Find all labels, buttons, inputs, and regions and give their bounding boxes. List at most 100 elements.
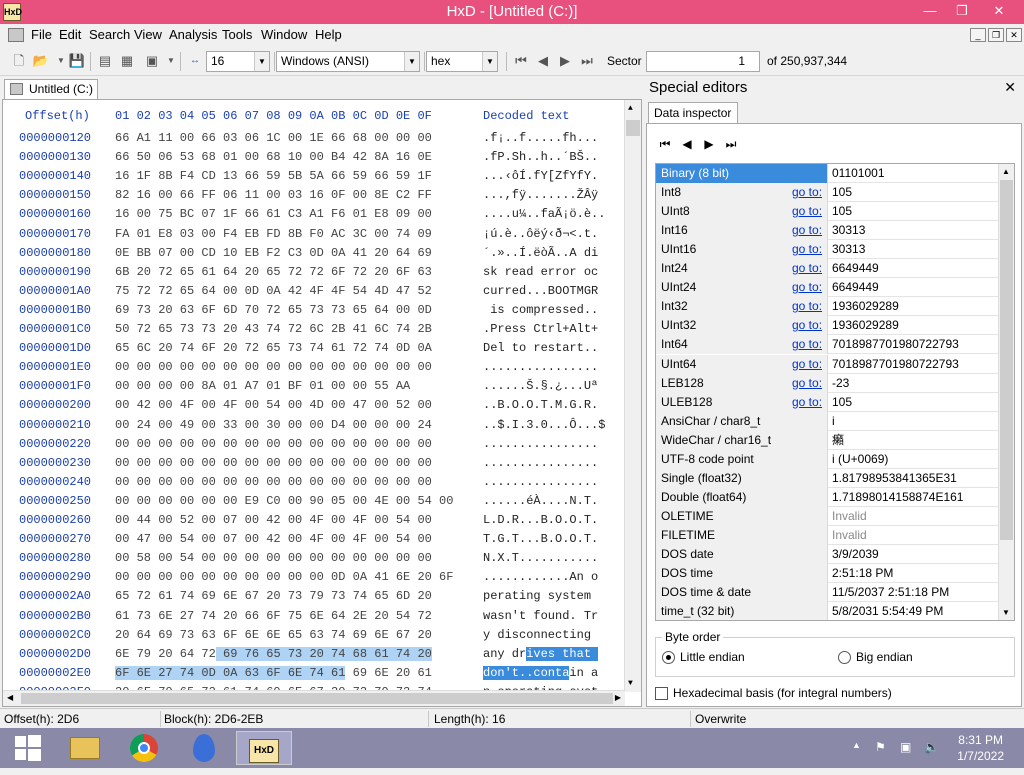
scroll-thumb[interactable] bbox=[21, 693, 613, 704]
hex-bytes[interactable]: 6E 79 20 64 72 bbox=[115, 647, 216, 661]
inspector-value[interactable]: 30313 bbox=[832, 221, 865, 239]
row-decoded-text[interactable]: ................ bbox=[483, 456, 598, 470]
hex-bytes[interactable]: 69 73 20 63 6F 6D 70 72 65 73 73 65 64 0… bbox=[115, 303, 432, 317]
decoded-text[interactable]: ................ bbox=[483, 360, 598, 374]
row-hex-bytes[interactable]: 65 6C 20 74 6F 20 72 65 73 74 61 72 74 0… bbox=[115, 341, 432, 355]
hex-row[interactable]: 0000000240 00 00 00 00 00 00 00 00 00 00 … bbox=[3, 471, 628, 490]
row-decoded-text[interactable]: ............An o bbox=[483, 570, 598, 584]
row-hex-bytes[interactable]: 00 00 00 00 00 00 00 00 00 00 0D 0A 41 6… bbox=[115, 570, 453, 584]
next-sector-icon[interactable]: ▶ bbox=[556, 52, 574, 70]
row-decoded-text[interactable]: ´.»..Í.ëòÃ..A di bbox=[483, 246, 598, 260]
decoded-text[interactable]: ................ bbox=[483, 437, 598, 451]
row-decoded-text[interactable]: .fP.Sh..h..´BŠ.. bbox=[483, 150, 598, 164]
sector-input[interactable]: 1 bbox=[646, 51, 760, 72]
decoded-text[interactable]: ...‹ôÍ.fY[ZfYfY. bbox=[483, 169, 598, 183]
hex-row[interactable]: 0000000130 66 50 06 53 68 01 00 68 10 00 … bbox=[3, 146, 628, 165]
hex-bytes[interactable]: 66 A1 11 00 66 03 06 1C 00 1E 66 68 00 0… bbox=[115, 131, 432, 145]
inspector-value[interactable]: 105 bbox=[832, 393, 852, 411]
inspector-row[interactable]: Binary (8 bit) 01101001 bbox=[656, 164, 998, 183]
decoded-text[interactable]: ...,fÿ.......ŽÂÿ bbox=[483, 188, 598, 202]
inspector-row[interactable]: DOS time 2:51:18 PM bbox=[656, 564, 998, 584]
hex-selection[interactable]: 6F 6E 27 74 0D 0A 63 6F 6E 74 61 bbox=[115, 665, 346, 680]
inspector-value[interactable]: 30313 bbox=[832, 240, 865, 258]
scroll-right-icon[interactable]: ▶ bbox=[615, 693, 621, 703]
inspector-row[interactable]: AnsiChar / char8_t i bbox=[656, 411, 998, 431]
row-hex-bytes[interactable]: 00 00 00 00 00 00 00 00 00 00 00 00 00 0… bbox=[115, 437, 432, 451]
hex-bytes[interactable]: 00 47 00 54 00 07 00 42 00 4F 00 4F 00 5… bbox=[115, 532, 432, 546]
hex-row[interactable]: 0000000120 66 A1 11 00 66 03 06 1C 00 1E … bbox=[3, 127, 628, 146]
inspector-value[interactable]: -23 bbox=[832, 374, 849, 392]
hex-bytes[interactable]: 69 6E 20 61 bbox=[345, 666, 432, 680]
hex-bytes[interactable]: 00 00 00 00 8A 01 A7 01 BF 01 00 00 55 A… bbox=[115, 379, 410, 393]
inspector-row[interactable]: UInt64 go to: 7018987701980722793 bbox=[656, 354, 998, 374]
row-hex-bytes[interactable]: 6F 6E 27 74 0D 0A 63 6F 6E 74 61 69 6E 2… bbox=[115, 665, 432, 680]
minimize-button[interactable]: — bbox=[912, 0, 948, 22]
row-hex-bytes[interactable]: 00 44 00 52 00 07 00 42 00 4F 00 4F 00 5… bbox=[115, 513, 432, 527]
row-hex-bytes[interactable]: 66 A1 11 00 66 03 06 1C 00 1E 66 68 00 0… bbox=[115, 131, 432, 145]
hex-row[interactable]: 0000000260 00 44 00 52 00 07 00 42 00 4F … bbox=[3, 509, 628, 528]
decoded-text[interactable]: N.X.T........... bbox=[483, 551, 598, 565]
hex-bytes[interactable]: 00 00 00 00 00 00 00 00 00 00 00 00 00 0… bbox=[115, 360, 432, 374]
taskbar-clock[interactable]: 8:31 PM 1/7/2022 bbox=[957, 732, 1004, 764]
scroll-up-icon[interactable]: ▲ bbox=[1002, 167, 1010, 176]
decoded-text[interactable]: Del to restart.. bbox=[483, 341, 598, 355]
decoded-text[interactable]: ......Š.§.¿...Uª bbox=[483, 379, 598, 393]
row-hex-bytes[interactable]: 00 00 00 00 00 00 00 00 00 00 00 00 00 0… bbox=[115, 360, 432, 374]
open-folder-icon[interactable]: 📂 bbox=[32, 52, 50, 70]
row-decoded-text[interactable]: wasn't found. Tr bbox=[483, 609, 598, 623]
decoded-text[interactable]: curred...BOOTMGR bbox=[483, 284, 598, 298]
row-hex-bytes[interactable]: 00 00 00 00 00 00 E9 C0 00 90 05 00 4E 0… bbox=[115, 494, 453, 508]
row-decoded-text[interactable]: ................ bbox=[483, 360, 598, 374]
row-hex-bytes[interactable]: 20 64 69 73 63 6F 6E 6E 65 63 74 69 6E 6… bbox=[115, 628, 432, 642]
bytes-per-row-select[interactable]: 16 ▼ bbox=[206, 51, 270, 72]
hex-bytes[interactable]: 00 24 00 49 00 33 00 30 00 00 D4 00 00 0… bbox=[115, 418, 432, 432]
decoded-text[interactable]: ................ bbox=[483, 475, 598, 489]
new-file-icon[interactable]: 🗋 bbox=[10, 52, 28, 70]
hex-horizontal-scrollbar[interactable]: ◀ ▶ bbox=[3, 690, 625, 706]
row-hex-bytes[interactable]: 66 50 06 53 68 01 00 68 10 00 B4 42 8A 1… bbox=[115, 150, 432, 164]
tool-dropdown-icon[interactable]: ▼ bbox=[162, 52, 180, 70]
inspector-value[interactable]: 6649449 bbox=[832, 259, 879, 277]
hex-row[interactable]: 0000000250 00 00 00 00 00 00 E9 C0 00 90 … bbox=[3, 490, 628, 509]
hex-row[interactable]: 0000000210 00 24 00 49 00 33 00 30 00 00 … bbox=[3, 414, 628, 433]
row-decoded-text[interactable]: ..$.I.3.0...Ô...$ bbox=[483, 418, 605, 432]
inspector-value[interactable]: 1.71898014158874E161 bbox=[832, 488, 963, 506]
last-icon[interactable]: ⏭ bbox=[723, 136, 739, 152]
hex-row[interactable]: 00000001B0 69 73 20 63 6F 6D 70 72 65 73 … bbox=[3, 299, 628, 318]
goto-link[interactable]: go to: bbox=[792, 335, 822, 353]
hex-bytes[interactable]: 16 1F 8B F4 CD 13 66 59 5B 5A 66 59 66 5… bbox=[115, 169, 432, 183]
save-icon[interactable]: 💾 bbox=[68, 52, 86, 70]
row-decoded-text[interactable]: N.X.T........... bbox=[483, 551, 598, 565]
decoded-selection[interactable]: don't..conta bbox=[483, 665, 570, 680]
hex-row[interactable]: 0000000180 0E BB 07 00 CD 10 EB F2 C3 0D … bbox=[3, 242, 628, 261]
hex-bytes[interactable]: 0E BB 07 00 CD 10 EB F2 C3 0D 0A 41 20 6… bbox=[115, 246, 432, 260]
hex-bytes[interactable]: 00 58 00 54 00 00 00 00 00 00 00 00 00 0… bbox=[115, 551, 432, 565]
inspector-value[interactable]: 癩 bbox=[832, 431, 844, 449]
row-hex-bytes[interactable]: 16 1F 8B F4 CD 13 66 59 5B 5A 66 59 66 5… bbox=[115, 169, 432, 183]
hex-bytes[interactable]: 65 72 61 74 69 6E 67 20 73 79 73 74 65 6… bbox=[115, 589, 432, 603]
decoded-text[interactable]: L.D.R...B.O.O.T. bbox=[483, 513, 598, 527]
hex-row[interactable]: 0000000200 00 42 00 4F 00 4F 00 54 00 4D … bbox=[3, 394, 628, 413]
inspector-value[interactable]: 1936029289 bbox=[832, 316, 899, 334]
inspector-row[interactable]: ULEB128 go to: 105 bbox=[656, 392, 998, 412]
goto-link[interactable]: go to: bbox=[792, 183, 822, 201]
inspector-value[interactable]: 11/5/2037 2:51:18 PM bbox=[832, 583, 949, 601]
hex-row[interactable]: 0000000170 FA 01 E8 03 00 F4 EB FD 8B F0 … bbox=[3, 223, 628, 242]
show-hidden-icons[interactable]: ▲ bbox=[852, 740, 861, 750]
inspector-row[interactable]: UInt16 go to: 30313 bbox=[656, 240, 998, 260]
hex-selection[interactable]: 69 76 65 73 20 74 68 61 74 20 bbox=[215, 646, 432, 661]
scroll-up-icon[interactable]: ▲ bbox=[628, 104, 633, 113]
inspector-row[interactable]: OLETIME Invalid bbox=[656, 506, 998, 526]
inspector-row[interactable]: time_t (32 bit) 5/8/2031 5:54:49 PM bbox=[656, 602, 998, 620]
close-button[interactable]: ✕ bbox=[976, 0, 1022, 22]
hex-bytes[interactable]: 00 00 00 00 00 00 00 00 00 00 0D 0A 41 6… bbox=[115, 570, 453, 584]
hex-row[interactable]: 0000000220 00 00 00 00 00 00 00 00 00 00 … bbox=[3, 433, 628, 452]
decoded-text[interactable]: ................ bbox=[483, 456, 598, 470]
decoded-text[interactable]: wasn't found. Tr bbox=[483, 609, 598, 623]
inspector-value[interactable]: 105 bbox=[832, 183, 852, 201]
hex-bytes[interactable]: 75 72 72 65 64 00 0D 0A 42 4F 4F 54 4D 4… bbox=[115, 284, 432, 298]
scroll-left-icon[interactable]: ◀ bbox=[7, 693, 13, 703]
inspector-row[interactable]: UInt24 go to: 6649449 bbox=[656, 278, 998, 298]
first-icon[interactable]: ⏮ bbox=[657, 136, 673, 152]
hex-row[interactable]: 00000002A0 65 72 61 74 69 6E 67 20 73 79 … bbox=[3, 585, 628, 604]
